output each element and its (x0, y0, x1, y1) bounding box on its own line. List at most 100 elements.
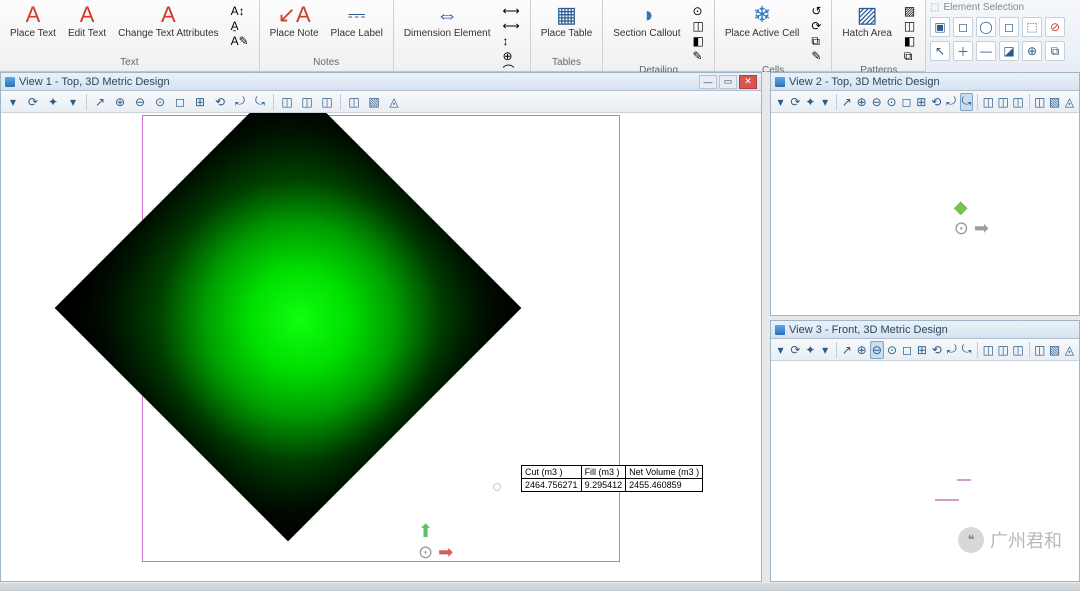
view-toolbar-button[interactable]: ✦ (44, 93, 62, 111)
view-toolbar-button[interactable]: ◬ (1063, 341, 1076, 359)
view-toolbar-button[interactable]: ▾ (774, 93, 787, 111)
view-toolbar-button[interactable]: ⊖ (131, 93, 149, 111)
ribbon-mini-button[interactable]: ◫ (691, 19, 706, 33)
view-toolbar-button[interactable]: ⤾ (945, 93, 958, 111)
view-toolbar-button[interactable]: ◫ (345, 93, 363, 111)
hatch-area-button[interactable]: ▨Hatch Area (838, 2, 895, 41)
ribbon-mini-button[interactable]: ✎ (809, 49, 823, 63)
view-toolbar-button[interactable]: ⊖ (870, 93, 883, 111)
view-toolbar-button[interactable]: ⤾ (231, 93, 249, 111)
ribbon-mini-button[interactable]: ⧉ (809, 34, 823, 48)
ribbon-mini-button[interactable]: A↕ (229, 4, 251, 18)
place-label-button[interactable]: ⎓Place Label (327, 2, 387, 41)
place-table-button[interactable]: ▦Place Table (537, 2, 597, 41)
view-toolbar-button[interactable]: ◬ (385, 93, 403, 111)
axis-widget[interactable]: ⬆ ⊙ ➡ (418, 521, 453, 563)
view-toolbar-button[interactable]: ◫ (1033, 341, 1046, 359)
view-toolbar-button[interactable]: ▾ (774, 341, 787, 359)
view-toolbar-button[interactable]: ⊖ (870, 341, 883, 359)
minimize-button[interactable]: — (699, 75, 717, 89)
view-toolbar-button[interactable]: ⊞ (191, 93, 209, 111)
section-callout-button[interactable]: ◑Section Callout (609, 2, 684, 41)
ribbon-mini-button[interactable]: A✎ (229, 34, 251, 48)
view-toolbar-button[interactable]: ◻ (900, 93, 913, 111)
view-toolbar-button[interactable]: ⤿ (251, 93, 269, 111)
view-toolbar-button[interactable]: ⊙ (886, 341, 899, 359)
selection-tool-button[interactable]: ⊘ (1045, 17, 1065, 37)
view-toolbar-button[interactable]: ▾ (4, 93, 22, 111)
edit-text-button[interactable]: A Edit Text (64, 2, 110, 41)
view-toolbar-button[interactable]: ✦ (804, 93, 817, 111)
view-2-content[interactable]: ◆ ⊙ ➡ (771, 113, 1079, 315)
view-toolbar-button[interactable]: ↗ (840, 93, 853, 111)
ribbon-mini-button[interactable]: A̱ (229, 19, 251, 33)
view-toolbar-button[interactable]: ◫ (997, 341, 1010, 359)
ribbon-mini-button[interactable]: ↺ (809, 4, 823, 18)
view-toolbar-button[interactable]: ◫ (1033, 93, 1046, 111)
view-toolbar-button[interactable]: ◫ (1012, 341, 1025, 359)
dimension-element-button[interactable]: ⇔Dimension Element (400, 2, 495, 41)
view-toolbar-button[interactable]: ◻ (901, 341, 914, 359)
view-toolbar-button[interactable]: ⤿ (960, 341, 973, 359)
selection-tool-button[interactable]: ⬚ (1022, 17, 1042, 37)
view-toolbar-button[interactable]: ⊞ (915, 341, 928, 359)
change-text-attributes-button[interactable]: AChange Text Attributes (114, 2, 222, 41)
selection-tool-button[interactable]: ⧉ (1045, 41, 1065, 61)
view-toolbar-button[interactable]: ▾ (819, 341, 832, 359)
place-text-button[interactable]: APlace Text (6, 2, 60, 41)
selection-tool-button[interactable]: ⊕ (1022, 41, 1042, 61)
ribbon-mini-button[interactable]: ⊙ (691, 4, 706, 18)
ribbon-mini-button[interactable]: ✎ (691, 49, 706, 63)
view-toolbar-button[interactable]: ⤿ (960, 93, 973, 111)
view-toolbar-button[interactable]: ◫ (1012, 93, 1025, 111)
close-button[interactable]: ✕ (739, 75, 757, 89)
view-toolbar-button[interactable]: ▧ (1048, 93, 1061, 111)
selection-tool-button[interactable]: ◪ (999, 41, 1019, 61)
view-toolbar-button[interactable]: ⊙ (885, 93, 898, 111)
view-toolbar-button[interactable]: ◫ (278, 93, 296, 111)
ribbon-mini-button[interactable]: ◫ (902, 19, 917, 33)
ribbon-mini-button[interactable]: ◧ (902, 34, 917, 48)
view-toolbar-button[interactable]: ⊕ (855, 341, 868, 359)
selection-tool-button[interactable]: ◻ (953, 17, 973, 37)
selection-tool-button[interactable]: — (976, 41, 996, 61)
view-toolbar-button[interactable]: ▾ (64, 93, 82, 111)
view-toolbar-button[interactable]: ⊕ (111, 93, 129, 111)
view-1-titlebar[interactable]: View 1 - Top, 3D Metric Design — ▭ ✕ (1, 73, 761, 91)
view-toolbar-button[interactable]: ◫ (982, 93, 995, 111)
view-toolbar-button[interactable]: ⟲ (211, 93, 229, 111)
view-toolbar-button[interactable]: ↗ (840, 341, 853, 359)
view-toolbar-button[interactable]: ◫ (298, 93, 316, 111)
view-toolbar-button[interactable]: ✦ (804, 341, 817, 359)
ribbon-mini-button[interactable]: ⊕ (501, 49, 522, 63)
view-toolbar-button[interactable]: ◫ (982, 341, 995, 359)
selection-tool-button[interactable]: ▣ (930, 17, 950, 37)
ribbon-mini-button[interactable]: ⟳ (809, 19, 823, 33)
ribbon-mini-button[interactable]: ⟷ (501, 4, 522, 18)
ribbon-mini-button[interactable]: ◧ (691, 34, 706, 48)
ribbon-mini-button[interactable]: ⧉ (902, 49, 917, 63)
view-toolbar-button[interactable]: ⟲ (930, 341, 943, 359)
view-toolbar-button[interactable]: ⊙ (151, 93, 169, 111)
view-toolbar-button[interactable]: ⟳ (24, 93, 42, 111)
ribbon-mini-button[interactable]: ↕ (501, 34, 522, 48)
view-toolbar-button[interactable]: ◫ (318, 93, 336, 111)
view-toolbar-button[interactable]: ◫ (997, 93, 1010, 111)
ribbon-mini-button[interactable]: ▨ (902, 4, 917, 18)
view-2-titlebar[interactable]: View 2 - Top, 3D Metric Design (771, 73, 1079, 91)
view-toolbar-button[interactable]: ▾ (819, 93, 832, 111)
place-active-cell-button[interactable]: ❄Place Active Cell (721, 2, 803, 41)
view-toolbar-button[interactable]: ⊞ (915, 93, 928, 111)
place-note-button[interactable]: ↙APlace Note (266, 2, 323, 41)
selection-tool-button[interactable]: ◯ (976, 17, 996, 37)
axis-widget[interactable]: ◆ ⊙ ➡ (954, 197, 989, 239)
view-1-content[interactable]: Cut (m3 ) Fill (m3 ) Net Volume (m3 ) 24… (1, 113, 761, 581)
view-toolbar-button[interactable]: ⟲ (930, 93, 943, 111)
maximize-button[interactable]: ▭ (719, 75, 737, 89)
view-toolbar-button[interactable]: ◬ (1063, 93, 1076, 111)
selection-tool-button[interactable]: ◻ (999, 17, 1019, 37)
view-toolbar-button[interactable]: ↗ (91, 93, 109, 111)
view-3-titlebar[interactable]: View 3 - Front, 3D Metric Design (771, 321, 1079, 339)
view-toolbar-button[interactable]: ⟳ (789, 93, 802, 111)
ribbon-mini-button[interactable]: ⟷ (501, 19, 522, 33)
